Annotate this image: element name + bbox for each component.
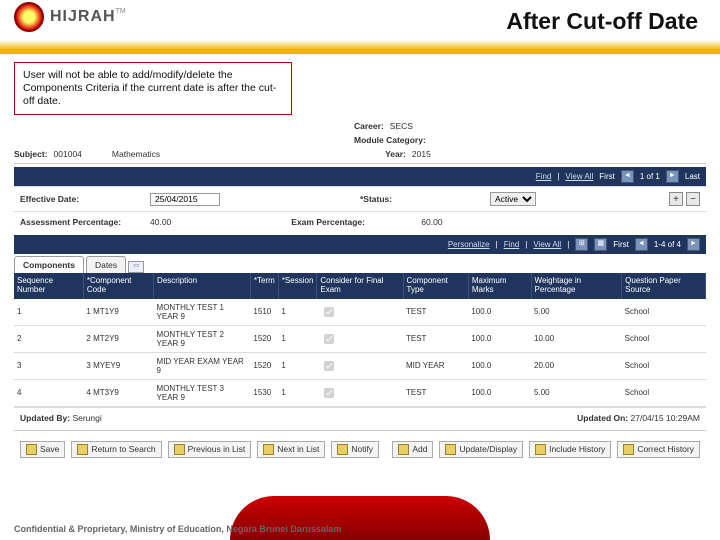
next-icon bbox=[263, 444, 274, 455]
notify-button[interactable]: Notify bbox=[331, 441, 379, 458]
viewall-link[interactable]: View All bbox=[565, 172, 593, 181]
column-header: Description bbox=[154, 273, 251, 299]
status-select[interactable]: Active bbox=[490, 192, 536, 206]
last-label: Last bbox=[685, 172, 700, 181]
first-label-2: First bbox=[613, 240, 629, 249]
table-row: 22 MT2Y9MONTHLY TEST 2 YEAR 915201TEST10… bbox=[14, 325, 706, 352]
table-row: 44 MT3Y9MONTHLY TEST 3 YEAR 915301TEST10… bbox=[14, 379, 706, 406]
include-history-button[interactable]: Include History bbox=[529, 441, 611, 458]
column-header: Question Paper Source bbox=[622, 273, 706, 299]
expand-tabs-icon[interactable]: ▭ bbox=[128, 261, 144, 273]
save-button[interactable]: Save bbox=[20, 441, 65, 458]
row-count: 1-4 of 4 bbox=[654, 240, 681, 249]
remove-row-icon[interactable]: − bbox=[686, 192, 700, 206]
download-icon[interactable]: ▦ bbox=[594, 238, 607, 251]
zoom-icon[interactable]: ⊞ bbox=[575, 238, 588, 251]
updated-on-value: 27/04/15 10:29AM bbox=[631, 413, 700, 423]
consider-final-checkbox bbox=[324, 307, 334, 317]
updated-by-value: Serungi bbox=[72, 413, 101, 423]
find-link[interactable]: Find bbox=[536, 172, 552, 181]
personalize-link[interactable]: Personalize bbox=[448, 240, 490, 249]
tab-components[interactable]: Components bbox=[14, 256, 84, 273]
page-title: After Cut-off Date bbox=[506, 8, 698, 35]
career-value: SECS bbox=[390, 121, 413, 131]
column-header: Consider for Final Exam bbox=[317, 273, 403, 299]
prev-page-icon[interactable]: ◄ bbox=[621, 170, 634, 183]
consider-final-checkbox bbox=[324, 361, 334, 371]
table-row: 33 MYEY9MID YEAR EXAM YEAR 915201MID YEA… bbox=[14, 352, 706, 379]
status-label: *Status: bbox=[360, 194, 470, 204]
notify-icon bbox=[337, 444, 348, 455]
consider-final-checkbox bbox=[324, 334, 334, 344]
correct-icon bbox=[623, 444, 634, 455]
assessment-pct-label: Assessment Percentage: bbox=[20, 217, 130, 227]
warning-note: User will not be able to add/modify/dele… bbox=[14, 62, 292, 115]
history-icon bbox=[535, 444, 546, 455]
prev-list-button[interactable]: Previous in List bbox=[168, 441, 252, 458]
first-label: First bbox=[599, 172, 615, 181]
add-icon bbox=[398, 444, 409, 455]
save-icon bbox=[26, 444, 37, 455]
column-header: Sequence Number bbox=[14, 273, 83, 299]
column-header: Component Type bbox=[403, 273, 468, 299]
career-label: Career: bbox=[354, 121, 384, 131]
column-header: Maximum Marks bbox=[468, 273, 531, 299]
update-icon bbox=[445, 444, 456, 455]
next-page-icon[interactable]: ► bbox=[666, 170, 679, 183]
logo: HIJRAHTM bbox=[14, 2, 126, 32]
add-row-icon[interactable]: + bbox=[669, 192, 683, 206]
year-value: 2015 bbox=[412, 149, 431, 159]
correct-history-button[interactable]: Correct History bbox=[617, 441, 700, 458]
exam-pct-value: 60.00 bbox=[421, 217, 442, 227]
update-display-button[interactable]: Update/Display bbox=[439, 441, 523, 458]
table-row: 11 MT1Y9MONTHLY TEST 1 YEAR 915101TEST10… bbox=[14, 299, 706, 326]
column-header: *Component Code bbox=[83, 273, 153, 299]
column-header: *Session bbox=[278, 273, 317, 299]
effective-date-input[interactable] bbox=[150, 193, 220, 206]
confidential-text: Confidential & Proprietary, Ministry of … bbox=[14, 524, 341, 534]
page-count: 1 of 1 bbox=[640, 172, 660, 181]
find-link-2[interactable]: Find bbox=[504, 240, 520, 249]
add-button[interactable]: Add bbox=[392, 441, 433, 458]
subject-code: 001004 bbox=[54, 149, 82, 159]
footer-band: Confidential & Proprietary, Ministry of … bbox=[0, 480, 720, 540]
effective-date-label: Effective Date: bbox=[20, 194, 130, 204]
prev-icon bbox=[174, 444, 185, 455]
grid-nav-bar-1: Find | View All First ◄ 1 of 1 ► Last bbox=[14, 167, 706, 186]
return-button[interactable]: Return to Search bbox=[71, 441, 161, 458]
logo-badge-icon bbox=[14, 2, 44, 32]
viewall-link-2[interactable]: View All bbox=[533, 240, 561, 249]
return-icon bbox=[77, 444, 88, 455]
updated-on-label: Updated On: bbox=[577, 413, 628, 423]
column-header: Weightage in Percentage bbox=[531, 273, 622, 299]
column-header: *Term bbox=[250, 273, 278, 299]
updated-by-label: Updated By: bbox=[20, 413, 70, 423]
year-label: Year: bbox=[385, 149, 406, 159]
exam-pct-label: Exam Percentage: bbox=[291, 217, 401, 227]
subject-name: Mathematics bbox=[112, 149, 160, 159]
consider-final-checkbox bbox=[324, 388, 334, 398]
logo-text: HIJRAHTM bbox=[50, 8, 126, 26]
module-category-label: Module Category: bbox=[354, 135, 426, 145]
tab-dates[interactable]: Dates bbox=[86, 256, 126, 273]
next-list-button[interactable]: Next in List bbox=[257, 441, 325, 458]
next-icon-2[interactable]: ► bbox=[687, 238, 700, 251]
prev-icon-2[interactable]: ◄ bbox=[635, 238, 648, 251]
assessment-pct-value: 40.00 bbox=[150, 217, 171, 227]
header-band: HIJRAHTM After Cut-off Date bbox=[0, 0, 720, 54]
grid-nav-bar-2: Personalize | Find | View All | ⊞ ▦ Firs… bbox=[14, 235, 706, 254]
subject-label: Subject: bbox=[14, 149, 48, 159]
components-table: Sequence Number*Component CodeDescriptio… bbox=[14, 273, 706, 407]
